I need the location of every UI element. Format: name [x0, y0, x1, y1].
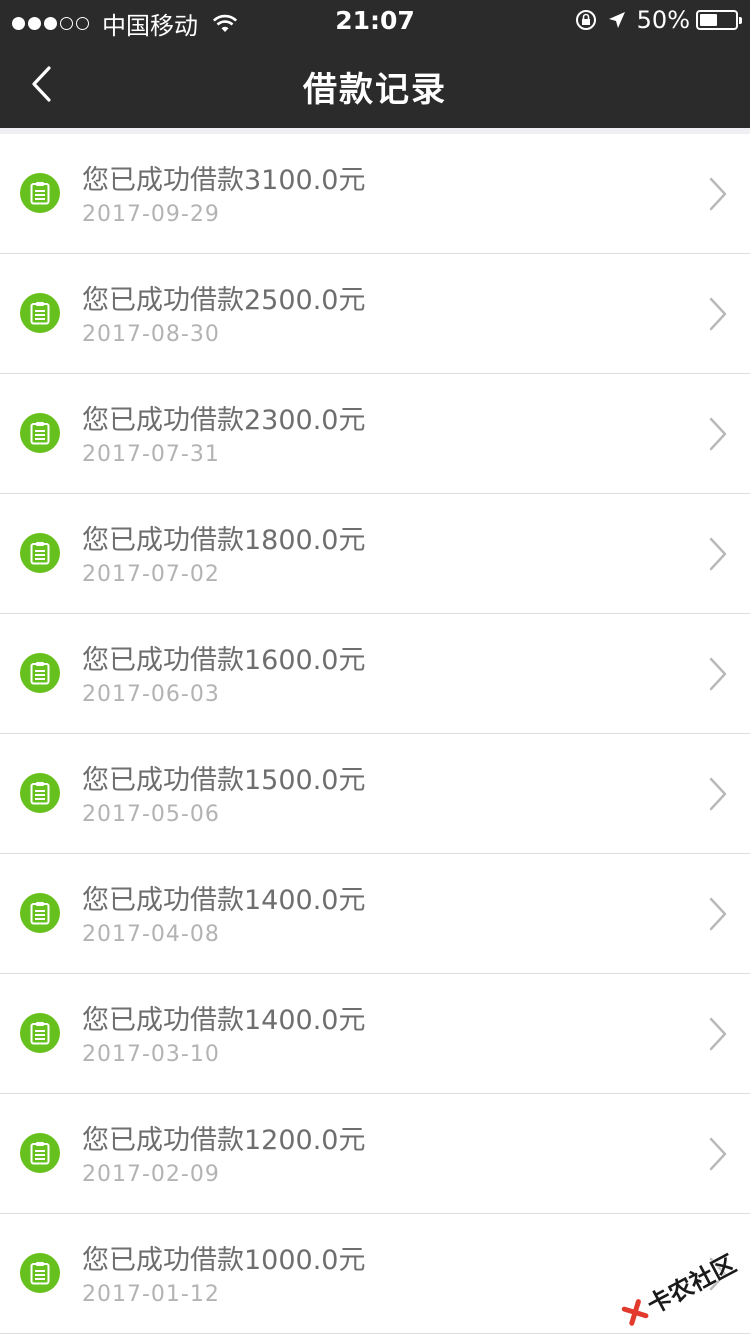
record-title: 您已成功借款1600.0元 — [82, 645, 366, 676]
clipboard-icon — [20, 173, 60, 213]
record-title: 您已成功借款2300.0元 — [82, 405, 366, 436]
chevron-right-icon — [709, 1137, 727, 1171]
status-bar: 中国移动 21:07 50% — [0, 0, 750, 40]
record-row[interactable]: 您已成功借款1200.0元 2017-02-09 — [0, 1094, 750, 1214]
clipboard-icon — [20, 773, 60, 813]
record-row[interactable]: 您已成功借款2300.0元 2017-07-31 — [0, 374, 750, 494]
record-title: 您已成功借款1000.0元 — [82, 1245, 366, 1276]
record-title: 您已成功借款1400.0元 — [82, 885, 366, 916]
clipboard-icon — [20, 1253, 60, 1293]
chevron-right-icon — [709, 177, 727, 211]
chevron-right-icon — [709, 897, 727, 931]
clipboard-icon — [20, 413, 60, 453]
record-title: 您已成功借款1400.0元 — [82, 1005, 366, 1036]
record-title: 您已成功借款1500.0元 — [82, 765, 366, 796]
chevron-right-icon — [709, 297, 727, 331]
record-date: 2017-03-10 — [82, 1042, 220, 1067]
clipboard-icon — [20, 653, 60, 693]
chevron-right-icon — [709, 417, 727, 451]
chevron-right-icon — [709, 657, 727, 691]
record-date: 2017-08-30 — [82, 322, 220, 347]
page-title: 借款记录 — [303, 70, 447, 110]
record-date: 2017-07-31 — [82, 442, 220, 467]
battery-level — [700, 14, 717, 26]
record-date: 2017-05-06 — [82, 802, 220, 827]
record-date: 2017-07-02 — [82, 562, 220, 587]
record-row[interactable]: 您已成功借款1800.0元 2017-07-02 — [0, 494, 750, 614]
record-date: 2017-04-08 — [82, 922, 220, 947]
clipboard-icon — [20, 893, 60, 933]
record-row[interactable]: 您已成功借款3100.0元 2017-09-29 — [0, 134, 750, 254]
record-row[interactable]: 您已成功借款2500.0元 2017-08-30 — [0, 254, 750, 374]
battery-icon — [696, 10, 742, 30]
clipboard-icon — [20, 293, 60, 333]
record-row[interactable]: 您已成功借款1600.0元 2017-06-03 — [0, 614, 750, 734]
clipboard-icon — [20, 533, 60, 573]
record-row[interactable]: 您已成功借款1400.0元 2017-03-10 — [0, 974, 750, 1094]
record-row[interactable]: 您已成功借款1400.0元 2017-04-08 — [0, 854, 750, 974]
record-date: 2017-09-29 — [82, 202, 220, 227]
chevron-right-icon — [709, 537, 727, 571]
orientation-lock-icon — [575, 10, 596, 30]
loan-record-list: 您已成功借款3100.0元 2017-09-29 您已成功借款2500.0元 2017… — [0, 134, 750, 1334]
record-title: 您已成功借款1200.0元 — [82, 1125, 366, 1156]
record-row[interactable]: 您已成功借款1500.0元 2017-05-06 — [0, 734, 750, 854]
nav-bar: 借款记录 — [0, 40, 750, 128]
record-date: 2017-06-03 — [82, 682, 220, 707]
record-date: 2017-02-09 — [82, 1162, 220, 1187]
chevron-right-icon — [709, 777, 727, 811]
record-date: 2017-01-12 — [82, 1282, 220, 1307]
record-title: 您已成功借款2500.0元 — [82, 285, 366, 316]
location-arrow-icon — [608, 12, 625, 28]
record-title: 您已成功借款1800.0元 — [82, 525, 366, 556]
clipboard-icon — [20, 1133, 60, 1173]
clipboard-icon — [20, 1013, 60, 1053]
top-bar: 中国移动 21:07 50% 借款记录 — [0, 0, 750, 128]
record-title: 您已成功借款3100.0元 — [82, 165, 366, 196]
chevron-right-icon — [709, 1017, 727, 1051]
battery-percent: 50% — [636, 6, 690, 34]
